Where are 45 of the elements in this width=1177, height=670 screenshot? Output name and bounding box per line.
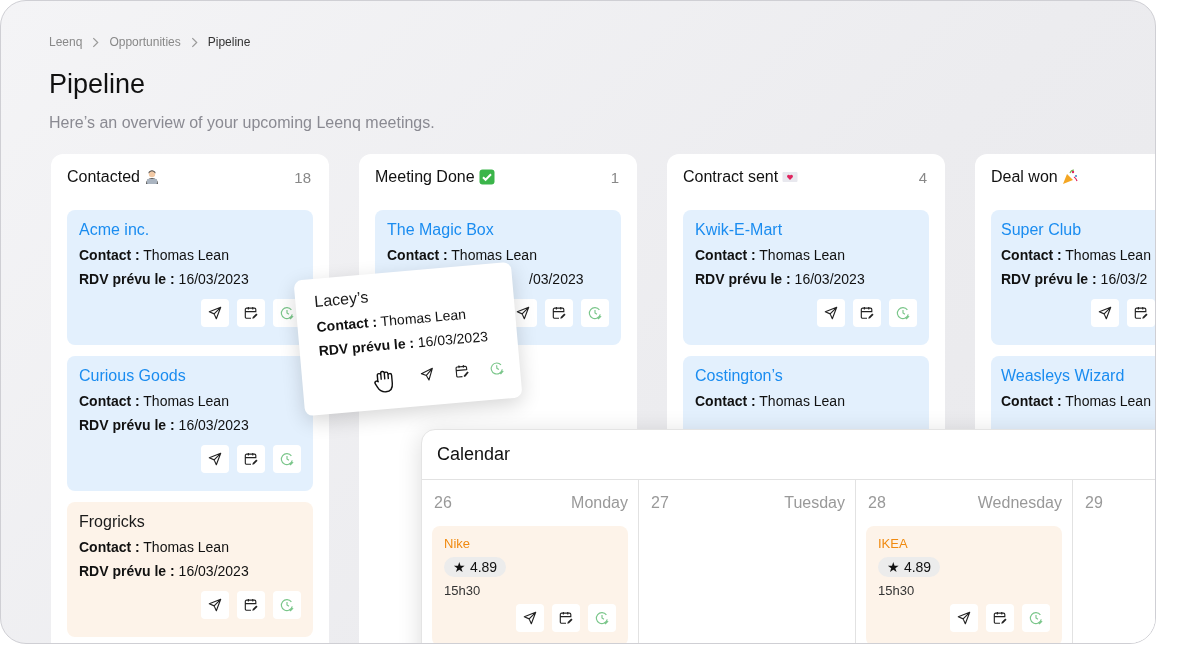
company-name: Curious Goods <box>79 367 187 385</box>
contact-line: Contact : Thomas Lean <box>79 247 230 263</box>
weekday-label: Wednesday <box>977 494 1062 512</box>
contact-line: Contact : Thomas Lean <box>1001 393 1152 409</box>
company-name: Acme inc. <box>79 221 151 239</box>
company-name: Kwik-E-Mart <box>695 221 784 239</box>
company-name: Frogricks <box>79 513 146 531</box>
column-count: 1 <box>610 168 619 186</box>
meeting-date-line: RDV prévu le : 16/03/2023 <box>79 271 250 287</box>
event-time: 15h30 <box>444 583 482 598</box>
meeting-date-line: RDV prévu le : 16/03/2023 <box>79 563 250 579</box>
rating-badge: ★ 4.89 <box>878 557 941 577</box>
rating-badge: ★ 4.89 <box>444 557 507 577</box>
company-name: The Magic Box <box>387 221 495 239</box>
column-title: Deal won <box>991 168 1058 186</box>
contact-line: Contact : Thomas Lean <box>695 393 846 409</box>
column-title: Contract sent <box>683 168 779 186</box>
page-title: Pipeline <box>49 69 147 100</box>
contact-line: Contact : Thomas Lean <box>387 247 538 263</box>
contact-line: Contact : Thomas Lean <box>79 539 230 555</box>
day-number: 26 <box>433 494 452 512</box>
meeting-date-line: RDV prévu le : 16/03/2023 <box>695 271 866 287</box>
column-count: 4 <box>918 168 927 186</box>
event-title: IKEA <box>878 536 909 551</box>
page-subtitle: Here’s an overview of your upcoming Leenq meetings. <box>49 114 436 132</box>
company-name: Lacey’s <box>313 287 370 311</box>
contact-line: Contact : Thomas Lean <box>695 247 846 263</box>
meeting-date-line: RDV prévu le : 16/03/2023 <box>79 417 250 433</box>
company-name: Weasleys Wizard <box>1001 367 1126 385</box>
company-name: Super Club <box>1001 221 1083 239</box>
company-name: Costington’s <box>695 367 784 385</box>
day-number: 29 <box>1084 494 1103 512</box>
day-number: 27 <box>650 494 669 512</box>
column-title: Contacted <box>67 168 140 186</box>
meeting-date-line: RDV prévu le : 16/03/2 <box>1001 271 1149 287</box>
contact-line: Contact : Thomas Lean <box>1001 247 1152 263</box>
meeting-date-line: /03/2023 <box>528 271 585 287</box>
event-time: 15h30 <box>878 583 916 598</box>
event-title: Nike <box>444 536 471 551</box>
day-number: 28 <box>867 494 886 512</box>
column-title: Meeting Done <box>375 168 475 186</box>
weekday-label: Monday <box>571 494 628 512</box>
column-count: 18 <box>294 168 311 186</box>
contact-line: Contact : Thomas Lean <box>79 393 230 409</box>
weekday-label: Tuesday <box>784 494 845 512</box>
